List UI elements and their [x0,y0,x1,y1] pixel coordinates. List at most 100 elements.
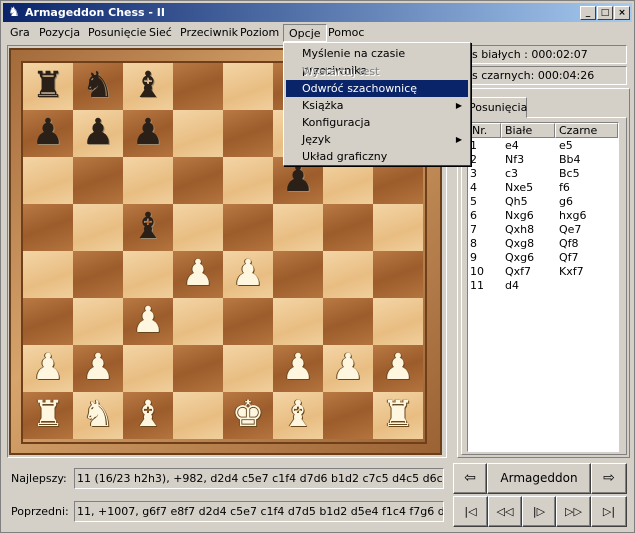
board-square[interactable] [173,345,223,392]
tab-moves[interactable]: Posunięcia [463,97,527,118]
board-square[interactable] [323,251,373,298]
board-square[interactable] [323,204,373,251]
last-move-button[interactable]: ▷| [591,496,627,527]
black-bishop-icon[interactable]: ♝ [123,204,173,251]
menu-item[interactable]: Układ graficzny [286,148,468,165]
prev-move-button[interactable]: ◁◁ [488,496,522,527]
header-white[interactable]: Białe [501,123,555,138]
board-square[interactable] [223,63,273,110]
board-square[interactable] [323,392,373,439]
play-button[interactable]: |▷ [522,496,556,527]
board-square[interactable] [23,157,73,204]
black-pawn-icon[interactable]: ♟ [123,110,173,157]
white-rook-icon[interactable]: ♜ [23,392,73,439]
board-square[interactable] [373,251,423,298]
black-rook-icon[interactable]: ♜ [23,63,73,110]
board-square[interactable] [173,298,223,345]
board-square[interactable] [223,204,273,251]
board-square[interactable] [73,204,123,251]
board-square[interactable] [173,110,223,157]
white-pawn-icon[interactable]: ♟ [273,345,323,392]
maximize-button[interactable]: □ [597,6,613,20]
forward-arrow-button[interactable]: ⇨ [591,463,627,494]
board-square[interactable] [173,157,223,204]
board-square[interactable] [223,157,273,204]
engine-title-button[interactable]: Armageddon Chess [487,463,591,514]
menu-pomoc[interactable]: Pomoc [323,24,369,42]
board-square[interactable] [23,251,73,298]
white-king-icon[interactable]: ♚ [223,392,273,439]
title-bar[interactable]: ♞ Armageddon Chess - II _ □ × [3,3,632,22]
board-square[interactable] [73,251,123,298]
moves-list[interactable]: Nr. Białe Czarne 1 e4 e5 2 Nf3 Bb4 3 c3 Bc5 4 Nxe5… [467,122,619,452]
move-number: 9 [470,251,477,264]
move-row[interactable]: 11 d4 [468,279,618,293]
board-square[interactable] [23,298,73,345]
white-pawn-icon[interactable]: ♟ [323,345,373,392]
board-square[interactable] [173,63,223,110]
move-row[interactable]: 9 Qxg6 Qf7 [468,251,618,265]
move-row[interactable]: 7 Qxh8 Qe7 [468,223,618,237]
board-square[interactable] [273,251,323,298]
board-square[interactable] [173,204,223,251]
window-title: Armageddon Chess - II [25,6,165,19]
menu-siec[interactable]: Sieć [144,24,177,42]
menu-posuniecie[interactable]: Posunięcie [83,24,151,42]
white-pawn-icon[interactable]: ♟ [73,345,123,392]
move-row[interactable]: 6 Nxg6 hxg6 [468,209,618,223]
menu-item[interactable]: Myślenie na czasie przeciwnika [286,45,468,77]
menu-gra[interactable]: Gra [5,24,35,42]
move-row[interactable]: 3 c3 Bc5 [468,167,618,181]
board-square[interactable] [223,298,273,345]
white-pawn-icon[interactable]: ♟ [123,298,173,345]
move-row[interactable]: 5 Qh5 g6 [468,195,618,209]
board-square[interactable] [123,345,173,392]
menu-poziom[interactable]: Poziom [235,24,284,42]
board-square[interactable] [223,345,273,392]
move-row[interactable]: 4 Nxe5 f6 [468,181,618,195]
header-nr[interactable]: Nr. [468,123,501,138]
move-black: e5 [559,139,573,152]
menu-przeciwnik[interactable]: Przeciwnik [175,24,243,42]
board-square[interactable] [73,157,123,204]
move-row[interactable]: 2 Nf3 Bb4 [468,153,618,167]
white-bishop-icon[interactable]: ♝ [123,392,173,439]
menu-item[interactable]: Konfiguracja [286,114,468,131]
white-pawn-icon[interactable]: ♟ [373,345,423,392]
black-knight-icon[interactable]: ♞ [73,63,123,110]
white-knight-icon[interactable]: ♞ [73,392,123,439]
menu-pozycja[interactable]: Pozycja [34,24,85,42]
header-black[interactable]: Czarne [555,123,618,138]
board-square[interactable] [373,298,423,345]
next-move-button[interactable]: ▷▷ [556,496,591,527]
board-square[interactable] [323,298,373,345]
white-pawn-icon[interactable]: ♟ [173,251,223,298]
white-pawn-icon[interactable]: ♟ [23,345,73,392]
board-square[interactable] [23,204,73,251]
black-pawn-icon[interactable]: ♟ [73,110,123,157]
menu-item[interactable]: Język ▶ [286,131,468,148]
board-square[interactable] [273,204,323,251]
board-square[interactable] [273,298,323,345]
white-pawn-icon[interactable]: ♟ [223,251,273,298]
board-square[interactable] [373,204,423,251]
white-bishop-icon[interactable]: ♝ [273,392,323,439]
board-square[interactable] [173,392,223,439]
board-square[interactable] [123,157,173,204]
black-bishop-icon[interactable]: ♝ [123,63,173,110]
move-row[interactable]: 1 e4 e5 [468,139,618,153]
white-rook-icon[interactable]: ♜ [373,392,423,439]
menu-opcje[interactable]: Opcje [283,24,327,42]
board-square[interactable] [73,298,123,345]
minimize-button[interactable]: _ [580,6,596,20]
close-button[interactable]: × [614,6,630,20]
board-square[interactable] [223,110,273,157]
move-row[interactable]: 10 Qxf7 Kxf7 [468,265,618,279]
first-move-button[interactable]: |◁ [453,496,488,527]
black-pawn-icon[interactable]: ♟ [23,110,73,157]
back-arrow-button[interactable]: ⇦ [453,463,487,494]
menu-item[interactable]: Odwróć szachownicę [286,80,468,97]
move-row[interactable]: 8 Qxg8 Qf8 [468,237,618,251]
board-square[interactable] [123,251,173,298]
menu-item[interactable]: Książka ▶ [286,97,468,114]
